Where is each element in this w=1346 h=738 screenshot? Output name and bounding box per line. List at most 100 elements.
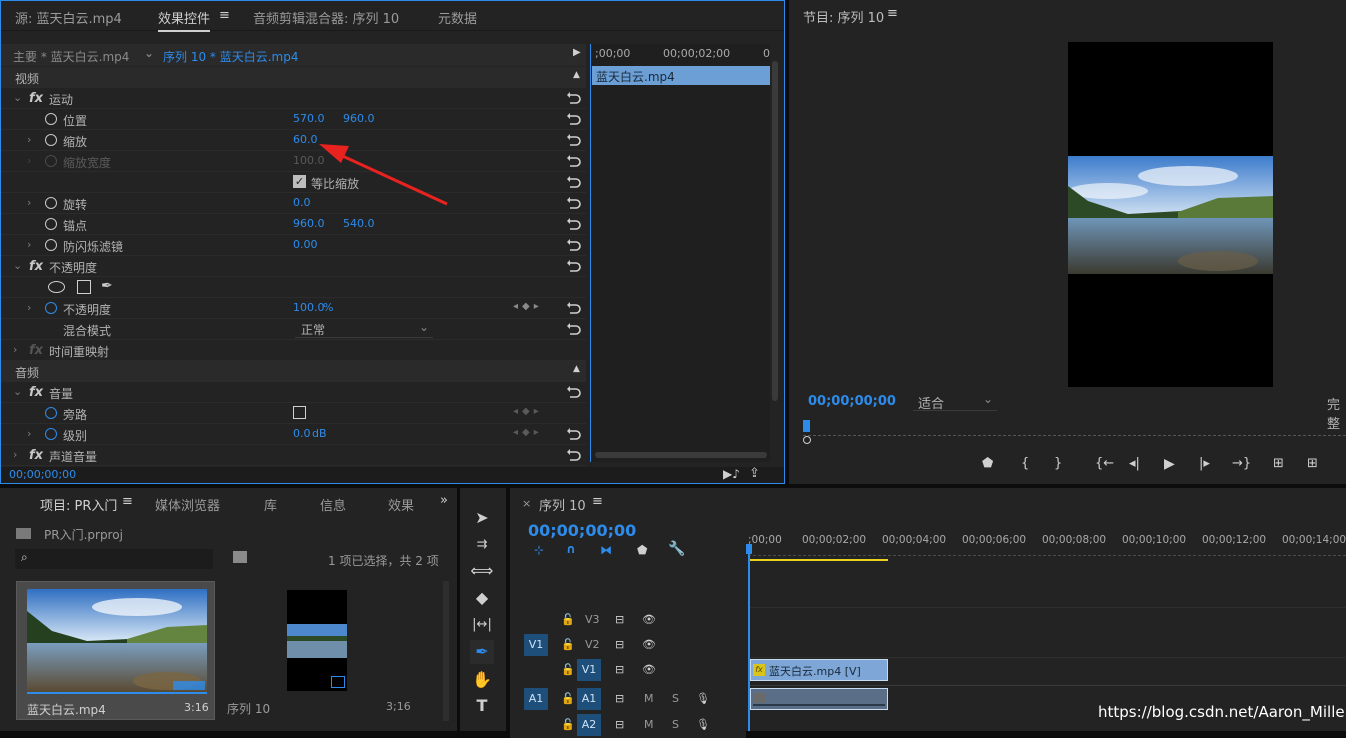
timeline-title[interactable]: 序列 10 [539, 495, 586, 514]
mark-out-icon[interactable]: } [1054, 456, 1062, 471]
tab-effects[interactable]: 效果 [388, 495, 414, 514]
add-marker-icon[interactable]: ⬟ [637, 543, 647, 557]
microphone-icon[interactable]: 🎙 [696, 692, 710, 705]
hamburger-icon[interactable]: ≡ [122, 494, 133, 509]
sync-lock-icon[interactable]: ⊟ [615, 718, 624, 731]
linked-selection-icon[interactable]: ⧓ [600, 543, 612, 557]
track-label-v3: V3 [585, 613, 600, 626]
track-select-icon[interactable]: ⇉ [470, 533, 494, 557]
go-to-out-icon[interactable]: →} [1232, 456, 1251, 471]
play-icon[interactable]: ▶ [1164, 456, 1175, 472]
program-scrollbar[interactable] [803, 436, 1346, 444]
track-target-a1[interactable]: A1 [577, 688, 601, 710]
go-to-in-icon[interactable]: {← [1095, 456, 1114, 471]
tab-libraries[interactable]: 库 [264, 495, 277, 514]
project-item-card[interactable]: 序列 10 3;16 [222, 581, 421, 720]
close-icon[interactable]: × [522, 497, 531, 510]
work-area-bar[interactable] [748, 559, 888, 561]
pen-tool-icon[interactable]: ✒ [470, 640, 494, 664]
slip-tool-icon[interactable]: |↔| [470, 613, 494, 637]
track-header-v2[interactable]: V1 🔓 V2 ⊟ 👁 [510, 634, 746, 658]
track-divider [750, 685, 1346, 686]
tab-media-browser[interactable]: 媒体浏览器 [155, 495, 220, 514]
project-file-name: PR入门.prproj [44, 528, 123, 542]
lock-icon[interactable]: 🔓 [561, 718, 575, 731]
track-header-v3[interactable]: 🔓 V3 ⊟ 👁 [510, 609, 746, 633]
sync-lock-icon[interactable]: ⊟ [615, 613, 624, 626]
ruler-label: 00;00;10;00 [1122, 534, 1187, 546]
sync-lock-icon[interactable]: ⊟ [615, 638, 624, 651]
watermark: https://blog.csdn.net/Aaron_Miller [1098, 703, 1346, 721]
clip-thumbnail [27, 589, 207, 692]
sync-lock-icon[interactable]: ⊟ [615, 692, 624, 705]
track-header-a1[interactable]: A1 🔓 A1 ⊟ M S 🎙 [510, 688, 746, 712]
program-ruler[interactable] [803, 426, 1346, 436]
sync-lock-icon[interactable]: ⊟ [615, 663, 624, 676]
selection-status: 1 项已选择，共 2 项 [328, 554, 439, 568]
selection-tool-icon[interactable]: ➤ [470, 506, 494, 530]
timeline-timecode[interactable]: 00;00;00;00 [528, 521, 636, 540]
settings-wrench-icon[interactable]: 🔧 [668, 541, 685, 557]
add-marker-icon[interactable]: ⬟ [982, 456, 993, 471]
program-timecode[interactable]: 00;00;00;00 [808, 394, 896, 409]
audio-waveform [753, 704, 885, 706]
lock-icon[interactable]: 🔓 [561, 613, 575, 626]
eye-icon[interactable]: 👁 [642, 613, 656, 626]
sequence-badge-icon [331, 676, 345, 688]
lock-icon[interactable]: 🔓 [561, 663, 575, 676]
hamburger-icon[interactable]: ≡ [887, 6, 898, 21]
project-search-input[interactable]: ⌕ [15, 549, 213, 569]
lock-icon[interactable]: 🔓 [561, 692, 575, 705]
tab-info[interactable]: 信息 [320, 495, 346, 514]
ruler-label: 00;00;04;00 [882, 534, 947, 546]
step-forward-icon[interactable]: |▸ [1199, 456, 1210, 471]
track-target-a2[interactable]: A2 [577, 714, 601, 736]
eye-icon[interactable]: 👁 [642, 663, 656, 676]
ruler-label: ;00;00 [748, 534, 782, 546]
solo-button[interactable]: S [672, 718, 679, 731]
folder-icon [16, 528, 31, 539]
ruler-label: 00;00;14;00 [1282, 534, 1346, 546]
track-header-v1[interactable]: 🔓 V1 ⊟ 👁 [510, 659, 746, 683]
chevron-down-icon: ⌄ [982, 392, 993, 406]
project-panel: 项目: PR入门 ≡ 媒体浏览器 库 信息 效果 » PR入门.prproj ⌕… [0, 488, 457, 731]
fit-select[interactable]: 适合 ⌄ [913, 392, 997, 412]
eye-icon[interactable]: 👁 [642, 638, 656, 651]
source-patch-v1[interactable]: V1 [524, 634, 548, 656]
step-back-icon[interactable]: ◂| [1129, 456, 1140, 471]
mute-button[interactable]: M [644, 718, 654, 731]
track-target-v1[interactable]: V1 [577, 659, 601, 681]
ripple-edit-icon[interactable]: ⟺ [470, 559, 494, 583]
hand-tool-icon[interactable]: ✋ [470, 668, 494, 692]
ruler-label: 00;00;02;00 [802, 534, 867, 546]
scroll-handle[interactable] [803, 436, 811, 444]
project-item-card[interactable]: 蓝天白云.mp4 3:16 [16, 581, 215, 720]
video-clip[interactable]: fx 蓝天白云.mp4 [V] [750, 659, 888, 681]
mute-button[interactable]: M [644, 692, 654, 705]
tab-project[interactable]: 项目: PR入门 [40, 495, 117, 514]
playhead-handle[interactable] [746, 544, 752, 554]
snap-icon[interactable]: ⊹ [534, 543, 544, 557]
fx-badge-icon [753, 693, 765, 703]
search-icon: ⌕ [21, 550, 28, 564]
razor-tool-icon[interactable]: ◆ [470, 586, 494, 610]
program-viewer[interactable] [1068, 42, 1273, 387]
program-playhead[interactable] [803, 420, 810, 432]
track-header-a2[interactable]: 🔓 A2 ⊟ M S 🎙 [510, 714, 746, 738]
mark-in-icon[interactable]: { [1021, 456, 1029, 471]
solo-button[interactable]: S [672, 692, 679, 705]
hamburger-icon[interactable]: ≡ [592, 494, 603, 509]
lock-icon[interactable]: 🔓 [561, 638, 575, 651]
program-title[interactable]: 节目: 序列 10 [803, 7, 884, 26]
audio-clip[interactable] [750, 688, 888, 710]
project-scrollbar[interactable] [443, 581, 449, 721]
microphone-icon[interactable]: 🎙 [696, 718, 710, 731]
type-tool-icon[interactable]: T [470, 694, 494, 718]
fx-badge-icon: fx [753, 664, 765, 676]
extract-icon[interactable]: ⊞ [1307, 456, 1318, 471]
magnet-icon[interactable]: ∩ [566, 542, 576, 556]
find-icon[interactable] [233, 551, 247, 563]
lift-icon[interactable]: ⊞ [1273, 456, 1284, 471]
overflow-icon[interactable]: » [440, 493, 448, 508]
source-patch-a1[interactable]: A1 [524, 688, 548, 710]
